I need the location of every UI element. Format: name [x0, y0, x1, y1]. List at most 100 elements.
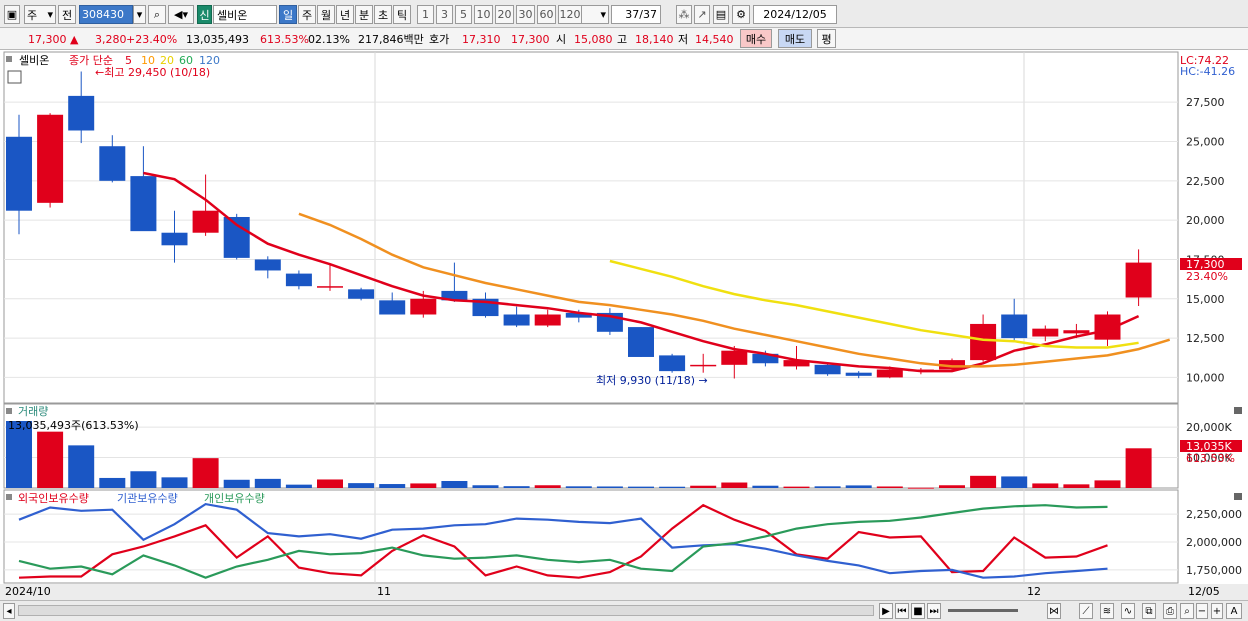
volume-info: 13,035,493주(613.53%) [8, 419, 139, 432]
volume-ratio: 613.53% [260, 32, 309, 46]
interval-button-3[interactable]: 3 [436, 5, 453, 24]
trend-icon[interactable]: ⟋ [1079, 603, 1093, 619]
interval-button-5[interactable]: 5 [455, 5, 472, 24]
price-tick-label: 25,000 [1186, 136, 1225, 149]
candle-body [192, 210, 219, 233]
new-listing-badge: 신 [197, 5, 212, 24]
window-icon[interactable]: ▣ [4, 5, 20, 24]
hc-label: HC:-41.26 [1180, 65, 1235, 78]
volume-bar [254, 478, 281, 488]
legend-foreign: 외국인보유수량 [18, 492, 89, 505]
x-axis-bar [0, 584, 1248, 600]
date-field[interactable]: 2024/12/05 [753, 5, 837, 24]
volume-bar [939, 485, 965, 488]
scroll-left-icon[interactable]: ◂ [3, 603, 15, 619]
period-button-3[interactable]: 년 [336, 5, 354, 24]
volume-bar [534, 485, 561, 488]
period-button-1[interactable]: 주 [298, 5, 316, 24]
zoom-in-icon[interactable]: + [1211, 603, 1223, 619]
interval-button-120[interactable]: 120 [558, 5, 582, 24]
link-icon[interactable]: ⁂ [676, 5, 692, 24]
candle-body [348, 289, 375, 299]
interval-button-60[interactable]: 60 [537, 5, 556, 24]
period-button-0[interactable]: 일 [279, 5, 297, 24]
candle-body [628, 327, 654, 357]
candle-body [6, 136, 32, 211]
eval-button[interactable]: 평 [817, 29, 836, 48]
legend-stock-name: 셀비온 [19, 54, 49, 67]
interval-button-10[interactable]: 10 [474, 5, 493, 24]
volume-pane-frame [3, 403, 1179, 489]
interval-button-30[interactable]: 30 [516, 5, 535, 24]
period-button-5[interactable]: 초 [374, 5, 392, 24]
chevron-down-icon[interactable]: ▾ [133, 5, 146, 24]
buy-button[interactable]: 매수 [740, 29, 772, 48]
text-icon[interactable]: A [1226, 603, 1242, 619]
forward-icon[interactable]: ⏭ [927, 603, 941, 619]
zoom-out-icon[interactable]: − [1196, 603, 1208, 619]
open-label: 시 [556, 33, 567, 46]
max-price-text: 최고 29,450 (10/18) [104, 66, 210, 79]
high-label: 고 [617, 33, 628, 46]
volume-bar [192, 458, 219, 488]
page-total: /37 [639, 8, 657, 21]
volume-bar [472, 485, 499, 488]
play-icon[interactable]: ▶ [879, 603, 893, 619]
candle-body [814, 364, 841, 375]
copy-icon[interactable]: ⧉ [1142, 603, 1156, 619]
volume-bar [1094, 480, 1121, 488]
stock-name-field[interactable]: 셀비온 [213, 5, 277, 24]
indicator-icon[interactable]: ⋈ [1047, 603, 1061, 619]
wave-icon[interactable]: ∿ [1121, 603, 1135, 619]
sell-button[interactable]: 매도 [778, 29, 812, 48]
stock-code-input[interactable]: 308430 [79, 5, 133, 24]
page-counter[interactable]: 37/37 [611, 5, 661, 24]
candle-body [161, 232, 188, 246]
chart-area: 10,00012,50015,00017,50020,00022,50025,0… [0, 51, 1248, 600]
print-icon[interactable]: ⎙ [1163, 603, 1177, 619]
volume-bar [68, 445, 95, 488]
interval-button-1[interactable]: 1 [417, 5, 434, 24]
chevron-down-icon: ▾ [600, 8, 606, 21]
volume-bar [783, 486, 810, 488]
legend-institution: 기관보유수량 [117, 492, 178, 505]
open-price: 15,080 [574, 32, 613, 46]
candle-body [317, 286, 343, 288]
price-change-pct: +23.40% [126, 32, 178, 46]
current-price: 17,300 ▲ [28, 31, 78, 47]
rewind-icon[interactable]: ⏮ [895, 603, 909, 619]
candle-body [254, 259, 281, 271]
gear-icon[interactable]: ⚙ [732, 5, 750, 24]
save-icon[interactable]: ▤ [713, 5, 729, 24]
volume-value: 13,035,493 [186, 32, 249, 46]
fib-icon[interactable]: ≋ [1100, 603, 1114, 619]
speaker-icon[interactable]: ◀▾ [168, 5, 194, 24]
pane-marker-icon [6, 408, 12, 414]
candle-body [1001, 314, 1028, 339]
prev-button[interactable]: 전 [58, 5, 76, 24]
volume-title: 거래량 [18, 405, 48, 418]
interval-button-20[interactable]: 20 [495, 5, 514, 24]
horizontal-scrollbar[interactable] [18, 605, 874, 616]
zoom-icon[interactable]: ⌕ [1180, 603, 1194, 619]
toolbar: ▣ 주 ▾ 전 308430 ▾ ⌕ ◀▾ 신 셀비온 ▾ 37/37 ⁂ ↗ ▤… [0, 0, 1248, 28]
zoom-slider[interactable] [948, 609, 1018, 612]
price-tick-label: 15,000 [1186, 293, 1225, 306]
volume-bar [1063, 484, 1090, 488]
max-price-annotation: ←최고 29,450 (10/18) [95, 66, 210, 79]
period-button-2[interactable]: 월 [317, 5, 335, 24]
candle-body [1032, 328, 1059, 337]
volume-bar [1001, 476, 1028, 488]
volume-bar [752, 485, 779, 488]
period-dropdown[interactable]: 주 ▾ [24, 5, 56, 24]
search-icon[interactable]: ⌕ [148, 5, 166, 24]
draw-icon[interactable]: ↗ [694, 5, 710, 24]
stop-icon[interactable]: ■ [911, 603, 925, 619]
holdings-tick-label: 2,250,000 [1186, 508, 1242, 521]
x-label-end: 12/05 [1188, 585, 1220, 598]
period-button-6[interactable]: 틱 [393, 5, 411, 24]
ma20-line [609, 259, 1139, 349]
turnover-rate: 02.13% [308, 32, 350, 46]
period-button-4[interactable]: 분 [355, 5, 373, 24]
min-price-text: 최저 9,930 (11/18) [596, 374, 695, 387]
